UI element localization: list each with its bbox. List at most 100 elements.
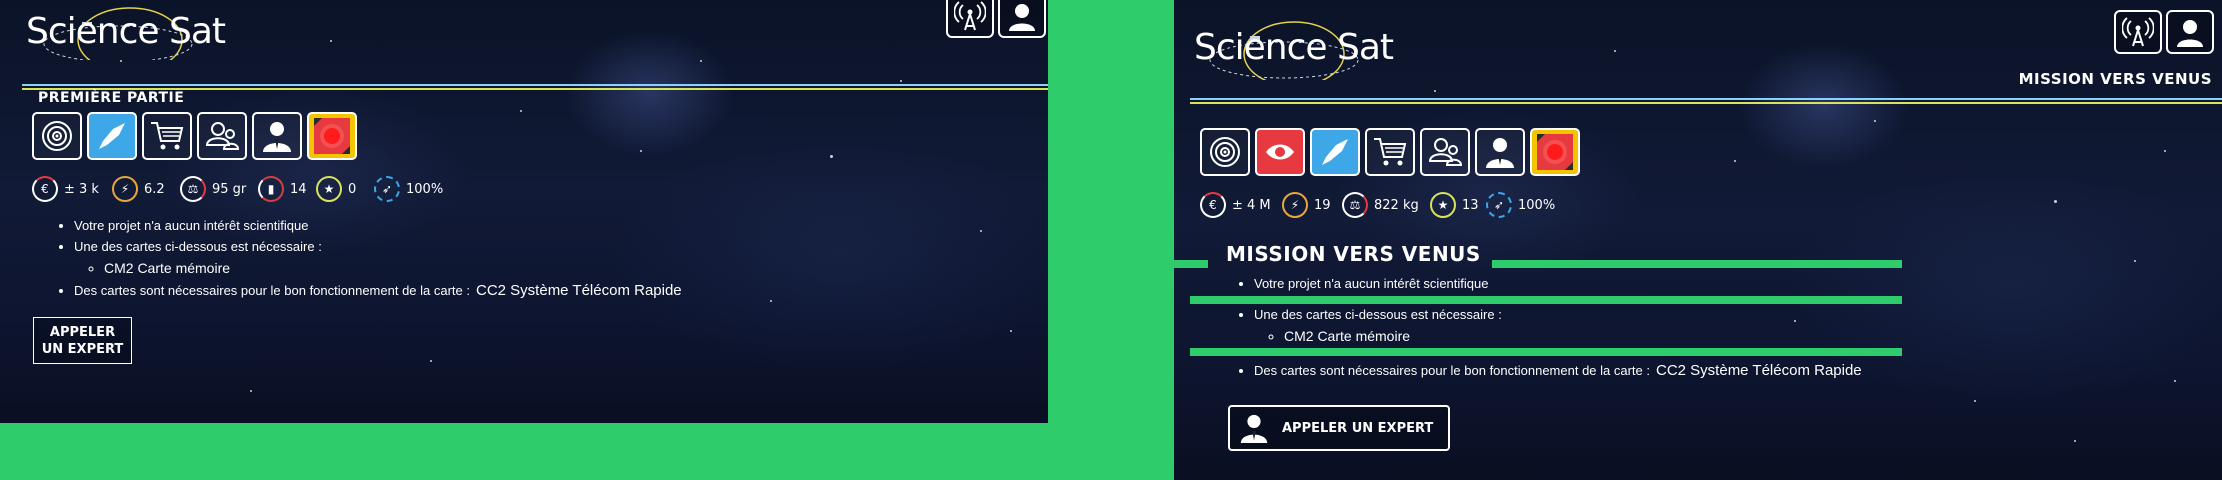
stat-power-value: 19 bbox=[1314, 197, 1331, 213]
antenna-button[interactable] bbox=[2114, 10, 2162, 54]
sub-list: CM2 Carte mémoire bbox=[74, 260, 974, 276]
call-expert-button[interactable]: Appeler un expert bbox=[33, 317, 132, 364]
requirements-list: Votre projet n'a aucun intérêt scientifi… bbox=[56, 218, 974, 305]
cart-icon bbox=[1374, 138, 1407, 166]
user-icon bbox=[1486, 138, 1514, 168]
science-sat-logo[interactable]: Science Sat bbox=[1194, 16, 1394, 80]
stat-cost-value: ± 4 M bbox=[1232, 197, 1271, 213]
card-alert[interactable] bbox=[1530, 128, 1580, 176]
call-expert-button[interactable]: Appeler un expert bbox=[1228, 405, 1450, 451]
user-icon bbox=[1009, 4, 1035, 31]
target-icon bbox=[1210, 137, 1240, 167]
list-item: Votre projet n'a aucun intérêt scientifi… bbox=[74, 218, 974, 233]
stat-cost: € ± 4 M bbox=[1200, 192, 1271, 218]
card-user[interactable] bbox=[252, 112, 302, 160]
required-card[interactable]: CM2 Carte mémoire bbox=[1284, 328, 1954, 344]
stat-science: ★ 13 bbox=[1430, 192, 1479, 218]
user-icon bbox=[2177, 20, 2203, 47]
list-item: Une des cartes ci-dessous est nécessaire… bbox=[1254, 307, 1954, 344]
accent-band bbox=[1174, 260, 1208, 268]
profile-button[interactable] bbox=[2166, 10, 2214, 54]
card-team[interactable] bbox=[1420, 128, 1470, 176]
weight-icon: ⚖ bbox=[180, 176, 206, 202]
stat-cost-value: ± 3 k bbox=[64, 181, 99, 197]
list-item: Votre projet n'a aucun intérêt scientifi… bbox=[1254, 276, 1954, 291]
rocket-icon bbox=[99, 123, 125, 149]
stat-weight: ⚖ 822 kg bbox=[1342, 192, 1419, 218]
antenna-icon bbox=[2122, 17, 2154, 47]
euro-icon: € bbox=[1200, 192, 1226, 218]
list-item-text: Des cartes sont nécessaires pour le bon … bbox=[1254, 363, 1650, 378]
cart-icon bbox=[151, 122, 184, 150]
logo-text: Science Sat bbox=[1194, 27, 1394, 68]
list-item: Des cartes sont nécessaires pour le bon … bbox=[74, 282, 974, 299]
team-icon bbox=[1428, 138, 1463, 166]
card-cart[interactable] bbox=[142, 112, 192, 160]
card-target[interactable] bbox=[1200, 128, 1250, 176]
required-card[interactable]: CC2 Système Télécom Rapide bbox=[476, 282, 682, 299]
sub-list: CM2 Carte mémoire bbox=[1254, 328, 1954, 344]
required-card[interactable]: CC2 Système Télécom Rapide bbox=[1656, 362, 1862, 379]
weight-icon: ⚖ bbox=[1342, 192, 1368, 218]
card-target[interactable] bbox=[32, 112, 82, 160]
star-icon: ★ bbox=[1430, 192, 1456, 218]
stat-power: ⚡ 6.2 bbox=[112, 176, 165, 202]
stat-power: ⚡ 19 bbox=[1282, 192, 1331, 218]
requirements-list: Votre projet n'a aucun intérêt scientifi… bbox=[1236, 276, 1954, 385]
rocket-icon bbox=[1322, 139, 1348, 165]
rocket-icon: ➶ bbox=[1486, 192, 1512, 218]
list-item-text: Une des cartes ci-dessous est nécessaire… bbox=[1254, 307, 1502, 322]
antenna-icon bbox=[954, 1, 986, 31]
stat-size-value: 14 bbox=[290, 181, 307, 197]
team-icon bbox=[205, 122, 240, 150]
stat-reliability: ➶ 100% bbox=[1486, 192, 1555, 218]
mission-header: Mission vers Venus bbox=[2018, 70, 2212, 88]
card-rocket[interactable] bbox=[87, 112, 137, 160]
header-divider-accent bbox=[1190, 102, 2222, 104]
starfield bbox=[0, 0, 1048, 423]
user-icon bbox=[1240, 414, 1268, 444]
card-user[interactable] bbox=[1475, 128, 1525, 176]
stat-weight-value: 822 kg bbox=[1374, 197, 1419, 213]
header-divider bbox=[1190, 98, 2222, 100]
stat-science-value: 13 bbox=[1462, 197, 1479, 213]
user-icon bbox=[263, 122, 291, 152]
stat-science: ★ 0 bbox=[316, 176, 356, 202]
list-item-text: Une des cartes ci-dessous est nécessaire… bbox=[74, 239, 322, 254]
card-rocket[interactable] bbox=[1310, 128, 1360, 176]
card-alert[interactable] bbox=[307, 112, 357, 160]
required-card[interactable]: CM2 Carte mémoire bbox=[104, 260, 974, 276]
science-sat-logo[interactable]: Science Sat bbox=[26, 4, 226, 60]
left-screen: Science Sat Première partie € ± 3 k bbox=[0, 0, 1048, 423]
alert-icon bbox=[1537, 134, 1573, 170]
stat-cost: € ± 3 k bbox=[32, 176, 99, 202]
profile-button[interactable] bbox=[998, 0, 1046, 38]
card-eye[interactable] bbox=[1255, 128, 1305, 176]
star-icon: ★ bbox=[316, 176, 342, 202]
accent-band bbox=[1492, 260, 1902, 268]
stat-reliability-value: 100% bbox=[1518, 197, 1556, 213]
list-item: Des cartes sont nécessaires pour le bon … bbox=[1254, 362, 1954, 379]
card-cart[interactable] bbox=[1365, 128, 1415, 176]
stat-reliability: ➶ 100% bbox=[374, 176, 443, 202]
antenna-button[interactable] bbox=[946, 0, 994, 38]
rocket-icon: ➶ bbox=[374, 176, 400, 202]
alert-icon bbox=[314, 118, 350, 154]
size-icon: ▮ bbox=[258, 176, 284, 202]
section-title: Première partie bbox=[38, 90, 185, 106]
header-divider bbox=[22, 84, 1048, 86]
stat-weight-value: 95 gr bbox=[212, 181, 247, 197]
right-screen: Science Sat Mission vers Venus € bbox=[1174, 0, 2222, 480]
list-item-text: Des cartes sont nécessaires pour le bon … bbox=[74, 283, 470, 298]
target-icon bbox=[42, 121, 72, 151]
stat-power-value: 6.2 bbox=[144, 181, 165, 197]
eye-icon bbox=[1266, 144, 1294, 160]
logo-text: Science Sat bbox=[26, 11, 226, 52]
lightning-icon: ⚡ bbox=[1282, 192, 1308, 218]
section-title: Mission vers Venus bbox=[1226, 242, 1481, 266]
euro-icon: € bbox=[32, 176, 58, 202]
card-team[interactable] bbox=[197, 112, 247, 160]
stat-weight: ⚖ 95 gr bbox=[180, 176, 246, 202]
lightning-icon: ⚡ bbox=[112, 176, 138, 202]
call-expert-label: Appeler un expert bbox=[1282, 420, 1434, 436]
